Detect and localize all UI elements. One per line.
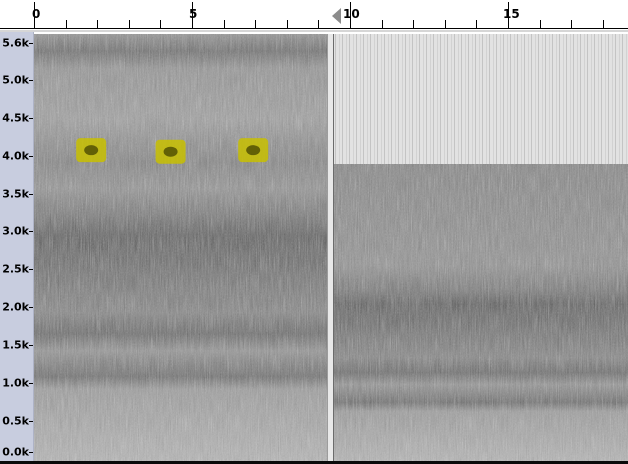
highlight-marks <box>76 138 269 164</box>
ruler-minor-tick <box>318 20 320 28</box>
ruler-label-0: 0 <box>32 7 41 21</box>
freq-label: 3.5k <box>2 187 29 201</box>
ruler-minor-tick <box>413 20 415 28</box>
spectrogram-right-grain-fine <box>333 164 628 462</box>
freq-tick <box>29 307 33 308</box>
ruler-baseline <box>0 28 628 29</box>
highlight-core-2 <box>163 146 178 157</box>
clip-boundary-line <box>333 34 334 462</box>
ruler-minor-tick <box>476 20 478 28</box>
freq-tick <box>29 80 33 81</box>
freq-tick <box>29 269 33 270</box>
freq-tick <box>29 118 33 119</box>
freq-tick <box>29 231 33 232</box>
highlight-core-1 <box>84 145 99 156</box>
freq-tick <box>29 452 33 453</box>
ruler-divider <box>0 30 628 32</box>
freq-tick <box>29 156 33 157</box>
ruler-label-15: 15 <box>503 7 520 21</box>
highlight-core-3 <box>246 145 261 156</box>
freq-label: 2.0k <box>2 300 29 314</box>
ruler-minor-tick <box>381 20 383 28</box>
ruler-minor-tick <box>444 20 446 28</box>
spectrogram-left-grain-fine <box>34 34 327 462</box>
ruler-minor-tick <box>602 20 604 28</box>
freq-label: 1.5k <box>2 338 29 352</box>
ruler-minor-tick <box>128 20 130 28</box>
ruler-minor-tick <box>97 20 99 28</box>
ruler-minor-tick <box>160 20 162 28</box>
frequency-axis: 5.6k 5.0k 4.5k 4.0k 3.5k 3.0k 2.5k 2.0k … <box>0 32 34 464</box>
freq-label: 3.0k <box>2 224 29 238</box>
ruler-label-5: 5 <box>189 7 198 21</box>
audio-editor-window: 0 5 10 15 5.6k 5.0k 4.5k 4.0k 3.5k 3.0k … <box>0 0 628 464</box>
freq-tick <box>29 43 33 44</box>
freq-label: 0.0k <box>2 445 29 459</box>
freq-label: 2.5k <box>2 262 29 276</box>
freq-label: 0.5k <box>2 414 29 428</box>
freq-tick <box>29 345 33 346</box>
freq-label: 5.6k <box>2 36 29 50</box>
freq-label: 4.5k <box>2 111 29 125</box>
freq-label: 1.0k <box>2 376 29 390</box>
ruler-minor-tick <box>223 20 225 28</box>
ruler-minor-tick <box>65 20 67 28</box>
spectrogram-right-empty-region <box>333 34 628 164</box>
freq-tick <box>29 383 33 384</box>
ruler-minor-tick <box>255 20 257 28</box>
freq-tick <box>29 421 33 422</box>
playhead-triangle-icon[interactable] <box>332 8 341 24</box>
ruler-minor-tick <box>571 20 573 28</box>
freq-tick <box>29 194 33 195</box>
ruler-label-10: 10 <box>343 7 360 21</box>
ruler-minor-tick <box>539 20 541 28</box>
freq-label: 4.0k <box>2 149 29 163</box>
timeline-ruler[interactable]: 0 5 10 15 <box>0 0 628 32</box>
freq-label: 5.0k <box>2 73 29 87</box>
ruler-minor-tick <box>286 20 288 28</box>
